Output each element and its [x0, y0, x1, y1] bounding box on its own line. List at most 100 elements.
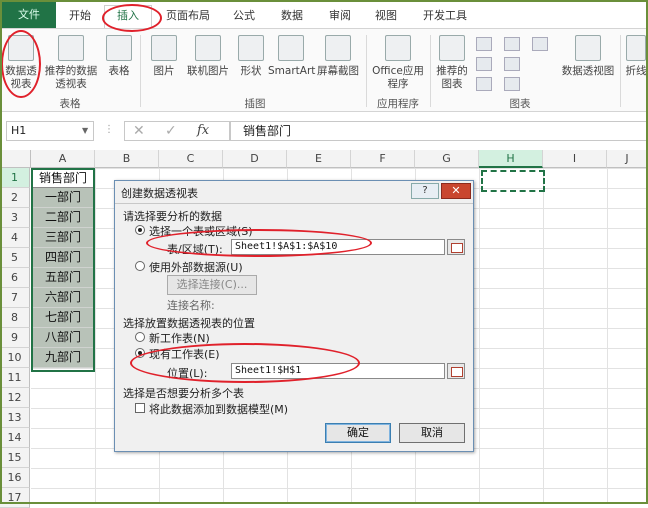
- row-header[interactable]: 14: [0, 428, 30, 448]
- group-tables-label: 表格: [59, 98, 81, 110]
- screenshot-icon: [325, 35, 351, 61]
- column-header-b[interactable]: B: [95, 150, 159, 168]
- row-header[interactable]: 11: [0, 368, 30, 388]
- cancel-button[interactable]: 取消: [399, 423, 465, 443]
- row-header[interactable]: 2: [0, 188, 30, 208]
- sparkline-button[interactable]: 折线: [624, 35, 648, 78]
- range-picker-icon[interactable]: [447, 239, 465, 255]
- radio-new-worksheet[interactable]: [135, 332, 145, 342]
- scatter-chart-icon[interactable]: [504, 77, 520, 91]
- column-header-a[interactable]: A: [31, 150, 95, 168]
- add-to-data-model-checkbox[interactable]: [135, 403, 145, 413]
- table-cell[interactable]: 四部门: [31, 248, 95, 268]
- active-cell-h1[interactable]: [481, 170, 545, 192]
- column-header-i[interactable]: I: [543, 150, 607, 168]
- table-cell[interactable]: 九部门: [31, 348, 95, 368]
- row-header[interactable]: 16: [0, 468, 30, 488]
- recommended-charts-button[interactable]: 推荐的图表: [434, 35, 470, 91]
- column-header-f[interactable]: F: [351, 150, 415, 168]
- recommended-pivot-button[interactable]: 推荐的数据透视表: [42, 35, 100, 91]
- row-header[interactable]: 15: [0, 448, 30, 468]
- group-apps-label: 应用程序: [377, 98, 419, 110]
- statistic-chart-icon[interactable]: [532, 37, 548, 51]
- location-input[interactable]: Sheet1!$H$1: [231, 363, 445, 379]
- tab-formulas[interactable]: 公式: [224, 6, 264, 26]
- radio-external-source[interactable]: [135, 261, 145, 271]
- shapes-label: 形状: [240, 65, 262, 77]
- insert-function-icon[interactable]: fx: [197, 123, 209, 138]
- table-cell[interactable]: 五部门: [31, 268, 95, 288]
- tab-review[interactable]: 审阅: [320, 6, 360, 26]
- name-box-dropdown-icon[interactable]: ▼: [82, 126, 88, 135]
- column-header-c[interactable]: C: [159, 150, 223, 168]
- column-header-h[interactable]: H: [479, 150, 543, 168]
- row-header[interactable]: 13: [0, 408, 30, 428]
- enter-icon[interactable]: ✓: [165, 123, 177, 139]
- table-cell[interactable]: 三部门: [31, 228, 95, 248]
- shapes-button[interactable]: 形状: [234, 35, 268, 78]
- row-header[interactable]: 6: [0, 268, 30, 288]
- row-header[interactable]: 9: [0, 328, 30, 348]
- screenshot-button[interactable]: 屏幕截图: [314, 35, 362, 78]
- radio-new-worksheet-label: 新工作表(N): [149, 332, 210, 345]
- row-header[interactable]: 17: [0, 488, 30, 508]
- tab-home[interactable]: 开始: [60, 6, 100, 26]
- row-header[interactable]: 4: [0, 228, 30, 248]
- table-cell[interactable]: 六部门: [31, 288, 95, 308]
- range-label: 表/区域(T):: [167, 243, 223, 256]
- tab-data[interactable]: 数据: [272, 6, 312, 26]
- table-cell[interactable]: 二部门: [31, 208, 95, 228]
- row-header[interactable]: 12: [0, 388, 30, 408]
- hierarchy-chart-icon[interactable]: [504, 37, 520, 51]
- row-header[interactable]: 3: [0, 208, 30, 228]
- table-cell[interactable]: 八部门: [31, 328, 95, 348]
- tab-developer[interactable]: 开发工具: [414, 6, 476, 26]
- waterfall-chart-icon[interactable]: [504, 57, 520, 71]
- radio-existing-worksheet[interactable]: [135, 348, 145, 358]
- tab-insert[interactable]: 插入: [104, 5, 152, 28]
- row-header[interactable]: 8: [0, 308, 30, 328]
- line-chart-icon[interactable]: [476, 57, 492, 71]
- smartart-button[interactable]: SmartArt: [268, 35, 315, 78]
- header-cell[interactable]: 销售部门: [31, 168, 95, 188]
- office-apps-button[interactable]: Office应用程序: [370, 35, 426, 91]
- ok-button[interactable]: 确定: [325, 423, 391, 443]
- tab-file[interactable]: 文件: [2, 2, 56, 28]
- sparkline-icon: [626, 35, 646, 61]
- formula-input[interactable]: 销售部门: [230, 121, 648, 141]
- column-header-d[interactable]: D: [223, 150, 287, 168]
- pivot-chart-button[interactable]: 数据透视图: [560, 35, 616, 78]
- name-box[interactable]: H1: [6, 121, 94, 141]
- pictures-button[interactable]: 图片: [146, 35, 182, 78]
- range-input[interactable]: Sheet1!$A$1:$A$10: [231, 239, 445, 255]
- row-header[interactable]: 1: [0, 168, 30, 188]
- table-cell[interactable]: 一部门: [31, 188, 95, 208]
- create-pivot-table-dialog: 创建数据透视表 ? ✕ 请选择要分析的数据 选择一个表或区域(S) 表/区域(T…: [114, 180, 474, 452]
- pivot-table-button[interactable]: 数据透视表: [4, 35, 38, 91]
- column-header-g[interactable]: G: [415, 150, 479, 168]
- ribbon: 数据透视表 推荐的数据透视表 表格 表格 图片 联机图片 形状 SmartArt…: [0, 28, 648, 112]
- location-label: 位置(L):: [167, 367, 208, 380]
- location-picker-icon[interactable]: [447, 363, 465, 379]
- select-all-corner[interactable]: [0, 150, 31, 168]
- column-header-e[interactable]: E: [287, 150, 351, 168]
- row-header[interactable]: 5: [0, 248, 30, 268]
- choose-connection-button[interactable]: 选择连接(C)...: [167, 275, 257, 295]
- recommended-pivot-label: 推荐的数据透视表: [44, 65, 98, 90]
- help-icon[interactable]: ?: [411, 183, 439, 199]
- table-cell[interactable]: 七部门: [31, 308, 95, 328]
- tab-page-layout[interactable]: 页面布局: [160, 6, 216, 26]
- ribbon-separator: [140, 35, 141, 107]
- column-chart-icon[interactable]: [476, 37, 492, 51]
- radio-select-range[interactable]: [135, 225, 145, 235]
- row-header[interactable]: 10: [0, 348, 30, 368]
- column-header-j[interactable]: J: [607, 150, 648, 168]
- pie-chart-icon[interactable]: [476, 77, 492, 91]
- section-choose-data: 请选择要分析的数据: [123, 210, 222, 223]
- close-icon[interactable]: ✕: [441, 183, 471, 199]
- cancel-icon[interactable]: ✕: [133, 123, 145, 139]
- online-pictures-button[interactable]: 联机图片: [184, 35, 232, 78]
- table-button[interactable]: 表格: [104, 35, 134, 78]
- tab-view[interactable]: 视图: [366, 6, 406, 26]
- row-header[interactable]: 7: [0, 288, 30, 308]
